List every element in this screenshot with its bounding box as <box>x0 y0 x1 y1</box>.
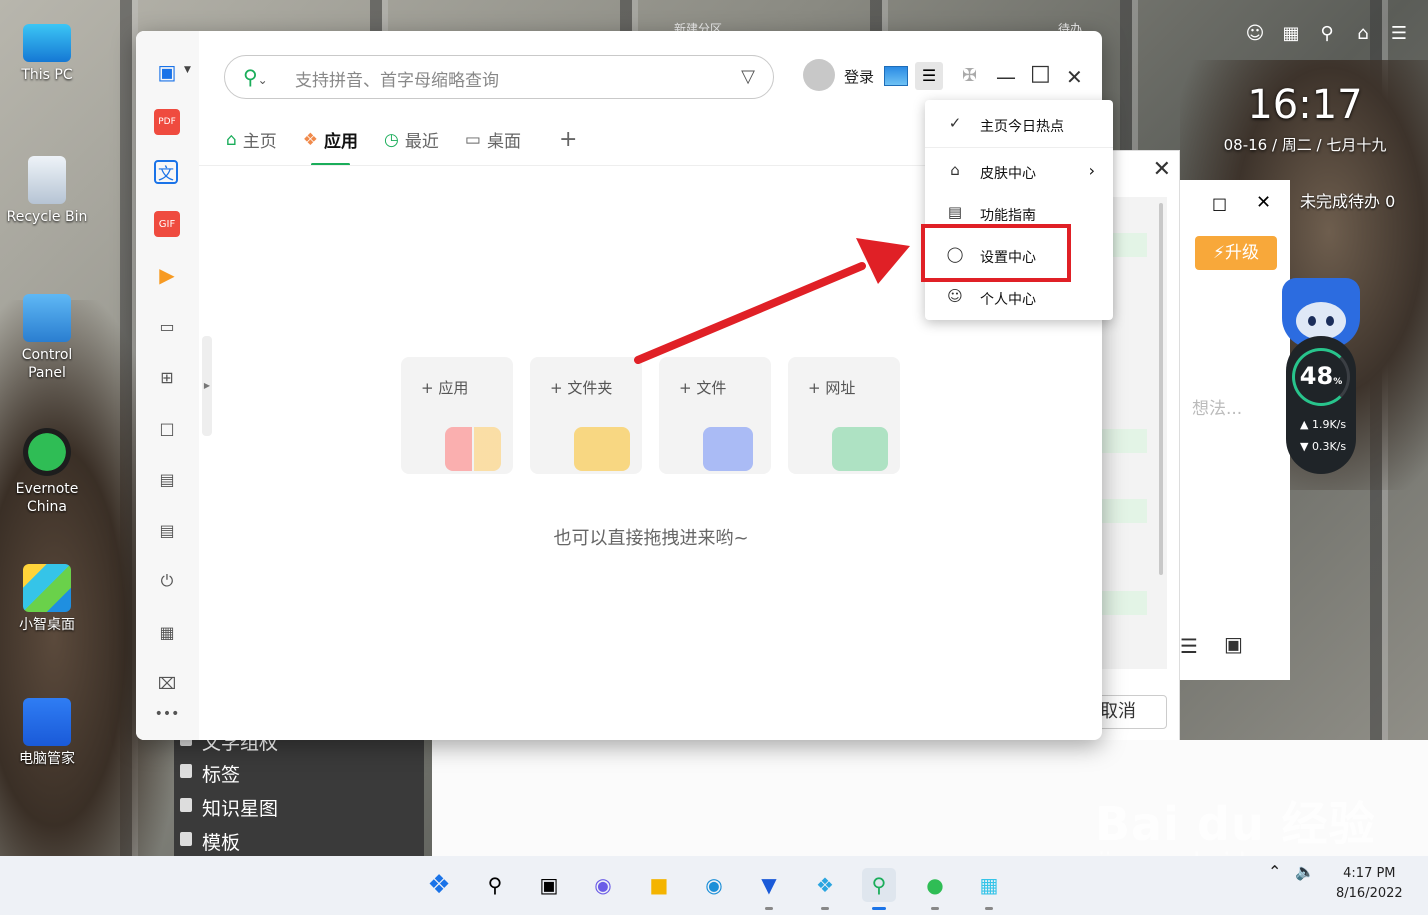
evernote-icon[interactable]: ● <box>918 868 952 910</box>
running-indicator <box>765 907 773 910</box>
taskbar-date: 8/16/2022 <box>1336 886 1403 901</box>
app-icon[interactable]: ❖ <box>808 868 842 910</box>
taskbar: ❖ ⚲ ▣ ◉ ■ ◉ ▼ ❖ ⚲ ● ▦ <box>0 856 1428 915</box>
annotation-arrow <box>634 238 910 364</box>
volume-icon[interactable]: 🔈 <box>1295 862 1315 881</box>
baidu-watermark: Bai du 经验 <box>1095 797 1376 851</box>
taskbar-clock[interactable]: 4:17 PM 8/16/2022 <box>1336 864 1403 904</box>
pc-manager-icon[interactable]: ▼ <box>752 868 786 910</box>
edge-icon[interactable]: ◉ <box>697 868 731 902</box>
xiaozhi-desktop-icon[interactable]: ▦ <box>972 868 1006 910</box>
file-explorer-icon[interactable]: ■ <box>642 868 676 902</box>
start-icon[interactable]: ❖ <box>422 868 456 902</box>
chat-icon[interactable]: ◉ <box>586 868 620 902</box>
taskbar-time: 4:17 PM <box>1343 866 1396 881</box>
running-indicator <box>931 907 939 910</box>
task-view-icon[interactable]: ▣ <box>532 868 566 902</box>
running-indicator <box>821 907 829 910</box>
running-indicator <box>872 907 886 910</box>
launcher-icon[interactable]: ⚲ <box>862 868 896 910</box>
running-indicator <box>985 907 993 910</box>
system-tray: ⌃ 🔈 <box>1268 862 1315 881</box>
chevron-up-icon[interactable]: ⌃ <box>1268 862 1281 881</box>
search-icon[interactable]: ⚲ <box>478 868 512 902</box>
